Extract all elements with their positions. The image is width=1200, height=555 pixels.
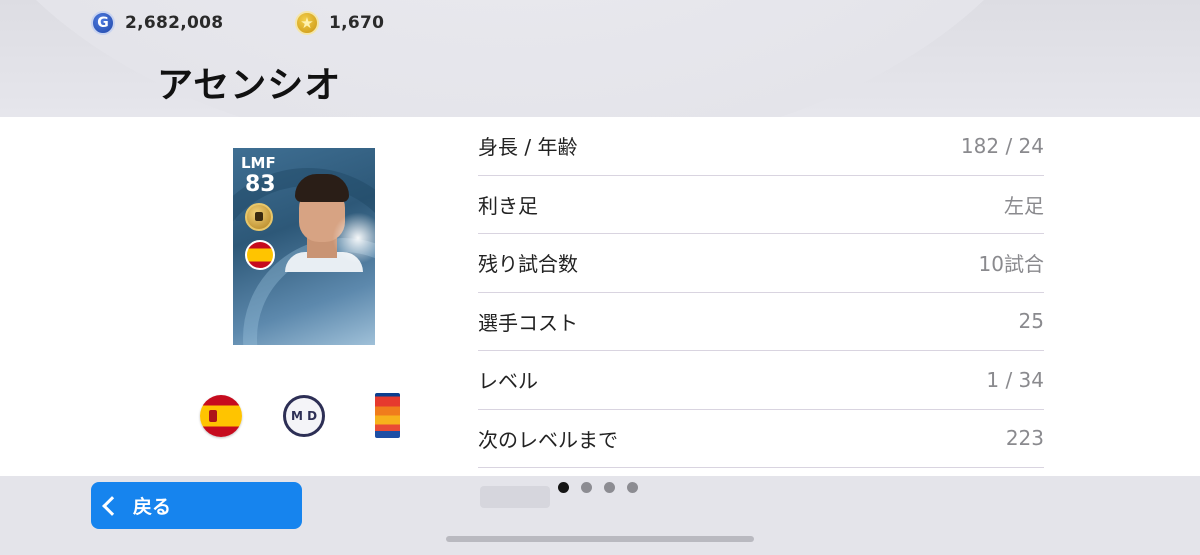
stat-label: 身長 / 年齢	[478, 135, 578, 160]
card-position: LMF	[241, 154, 276, 172]
stat-value: 左足	[1004, 193, 1044, 218]
page-dot-2[interactable]	[581, 482, 592, 493]
player-stats-table: 身長 / 年齢 182 / 24 利き足 左足 残り試合数 10試合 選手コスト…	[478, 117, 1044, 468]
player-card[interactable]: LMF 83	[233, 148, 375, 345]
chevron-left-icon	[102, 495, 122, 516]
star-coin-icon: ★	[295, 11, 319, 35]
stat-row-level: レベル 1 / 34	[478, 351, 1044, 410]
card-rarity-medal-icon	[245, 203, 273, 231]
stat-label: 選手コスト	[478, 310, 578, 335]
stat-row-remaining-matches: 残り試合数 10試合	[478, 234, 1044, 293]
stat-label: レベル	[478, 369, 538, 394]
card-overall-rating: 83	[245, 172, 276, 197]
page-dot-3[interactable]	[604, 482, 615, 493]
page-dot-4[interactable]	[627, 482, 638, 493]
stat-value: 1 / 34	[986, 367, 1044, 392]
page-dot-1[interactable]	[558, 482, 569, 493]
back-button[interactable]: 戻る	[91, 482, 302, 529]
stat-row-player-cost: 選手コスト 25	[478, 293, 1044, 351]
gp-balance: G 2,682,008	[91, 10, 223, 36]
player-name: アセンシオ	[157, 65, 342, 106]
stat-row-next-level: 次のレベルまで 223	[478, 410, 1044, 468]
club-emblem-text: M D	[290, 409, 318, 423]
gp-coin-icon: G	[91, 11, 115, 35]
stat-label: 残り試合数	[478, 252, 578, 277]
stat-value: 10試合	[978, 252, 1044, 277]
league-logo-icon[interactable]	[375, 393, 400, 438]
coin-balance: ★ 1,670	[295, 10, 384, 36]
stat-label: 利き足	[478, 193, 538, 218]
club-emblem-icon[interactable]: M D	[283, 395, 325, 437]
home-indicator-bar[interactable]	[446, 536, 754, 542]
back-button-label: 戻る	[133, 496, 172, 518]
faded-row-decoration	[480, 486, 550, 508]
card-shine-effect	[328, 208, 375, 268]
coin-amount: 1,670	[329, 13, 385, 33]
nationality-flag-icon[interactable]	[200, 395, 242, 437]
stat-value: 223	[1005, 426, 1044, 451]
stat-row-foot: 利き足 左足	[478, 176, 1044, 234]
card-nationality-flag-icon	[245, 240, 275, 270]
stat-value: 25	[1018, 309, 1044, 334]
page-indicator[interactable]	[558, 482, 638, 493]
stat-value: 182 / 24	[960, 133, 1044, 158]
gp-amount: 2,682,008	[125, 13, 224, 33]
stat-label: 次のレベルまで	[478, 427, 618, 452]
stat-row-height-age: 身長 / 年齢 182 / 24	[478, 117, 1044, 176]
